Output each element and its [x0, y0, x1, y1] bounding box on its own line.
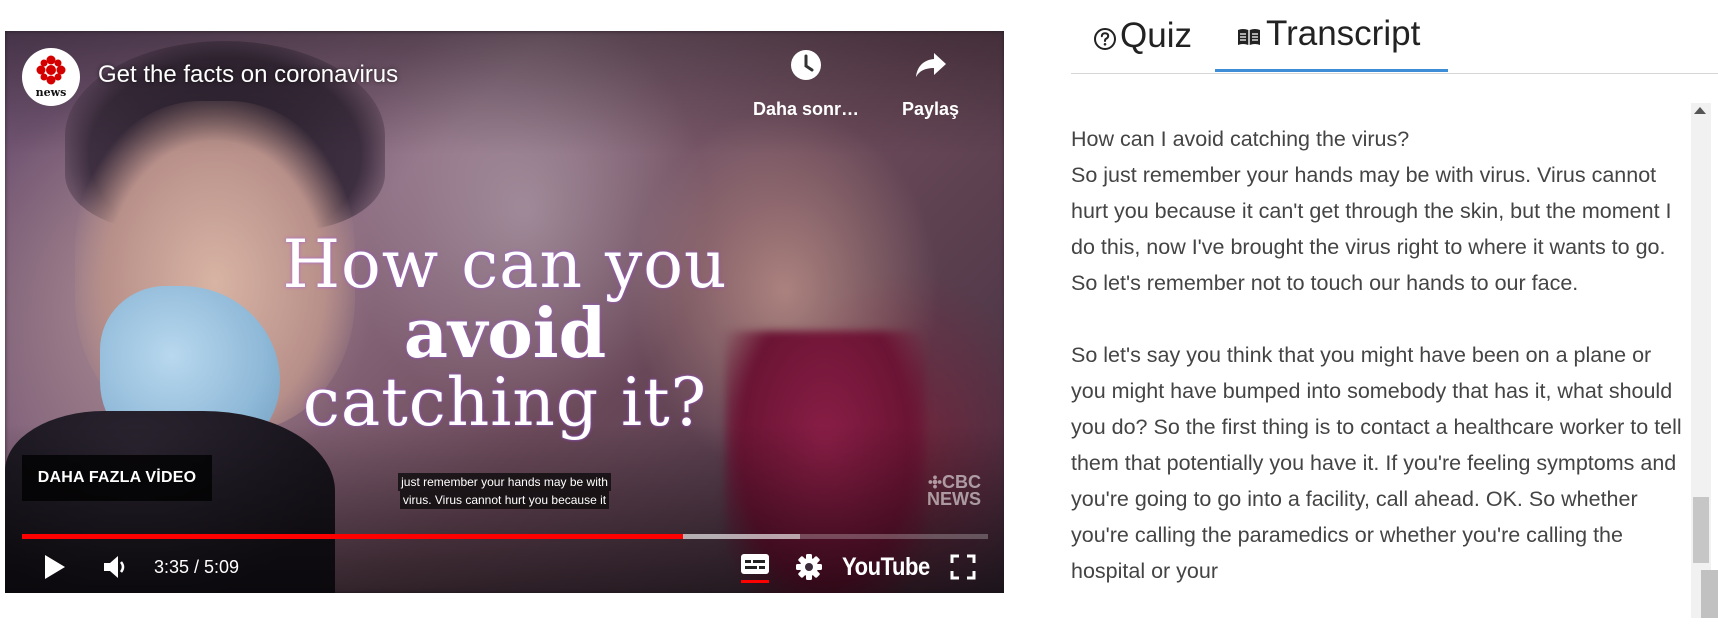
fullscreen-button[interactable] — [950, 547, 976, 587]
channel-avatar[interactable]: news — [22, 48, 80, 106]
youtube-logo[interactable]: YouTube — [842, 547, 930, 587]
video-headline: How can you avoid catching it? — [185, 231, 825, 437]
settings-button[interactable] — [795, 547, 823, 587]
page-scroll-thumb[interactable] — [1701, 570, 1718, 618]
fullscreen-icon — [950, 554, 976, 580]
progress-played — [22, 534, 683, 539]
watch-later-button[interactable]: Daha sonr… — [753, 45, 859, 120]
tab-quiz[interactable]: Quiz — [1093, 16, 1192, 56]
transcript-paragraph: So let's say you think that you might ha… — [1071, 343, 1682, 583]
volume-icon — [104, 556, 125, 578]
video-player[interactable]: How can you avoid catching it? news Get … — [5, 31, 1004, 593]
share-icon — [915, 53, 946, 77]
cbc-news-watermark: CBC NEWS — [927, 473, 981, 509]
caption-line-2: virus. Virus cannot hurt you because it — [399, 491, 610, 509]
cbc-gem-icon — [36, 55, 66, 85]
share-button[interactable]: Paylaş — [902, 45, 959, 120]
question-circle-icon — [1094, 28, 1116, 50]
panel-tabs: Quiz Transcript — [1071, 0, 1718, 74]
book-icon — [1238, 29, 1260, 45]
watch-later-label: Daha sonr… — [753, 99, 860, 119]
transcript-paragraph: How can I avoid catching the virus? So j… — [1071, 127, 1672, 295]
clock-icon — [791, 50, 822, 80]
play-button[interactable] — [41, 547, 67, 587]
tab-transcript[interactable]: Transcript — [1237, 14, 1420, 54]
cbc-gem-icon — [928, 475, 942, 489]
channel-logo-text: news — [35, 86, 67, 99]
tab-quiz-label: Quiz — [1120, 16, 1192, 55]
scroll-up-arrow-icon[interactable] — [1694, 107, 1706, 114]
tab-transcript-label: Transcript — [1266, 14, 1421, 53]
transcript-text: How can I avoid catching the virus? So j… — [1071, 121, 1686, 625]
active-tab-indicator — [1215, 69, 1448, 72]
progress-bar[interactable] — [22, 534, 988, 539]
time-display: 3:35 / 5:09 — [154, 556, 240, 577]
settings-icon — [796, 554, 822, 580]
captions-button[interactable] — [740, 547, 770, 587]
watermark-line-2: NEWS — [927, 489, 981, 509]
mute-button[interactable] — [101, 547, 131, 587]
headline-line-1: How can you — [282, 226, 728, 303]
headline-line-3: catching it? — [302, 364, 708, 441]
transcript-scroll-thumb[interactable] — [1693, 497, 1709, 563]
play-icon — [45, 555, 65, 579]
caption-line-1: just remember your hands may be with — [398, 473, 611, 491]
player-controls: 3:35 / 5:09 YouTube — [5, 547, 1004, 587]
video-title[interactable]: Get the facts on coronavirus — [98, 61, 398, 89]
captions-overlay: just remember your hands may be with vir… — [5, 473, 1004, 509]
headline-line-2: avoid — [403, 294, 607, 374]
captions-icon — [741, 554, 769, 583]
share-label: Paylaş — [902, 99, 960, 119]
